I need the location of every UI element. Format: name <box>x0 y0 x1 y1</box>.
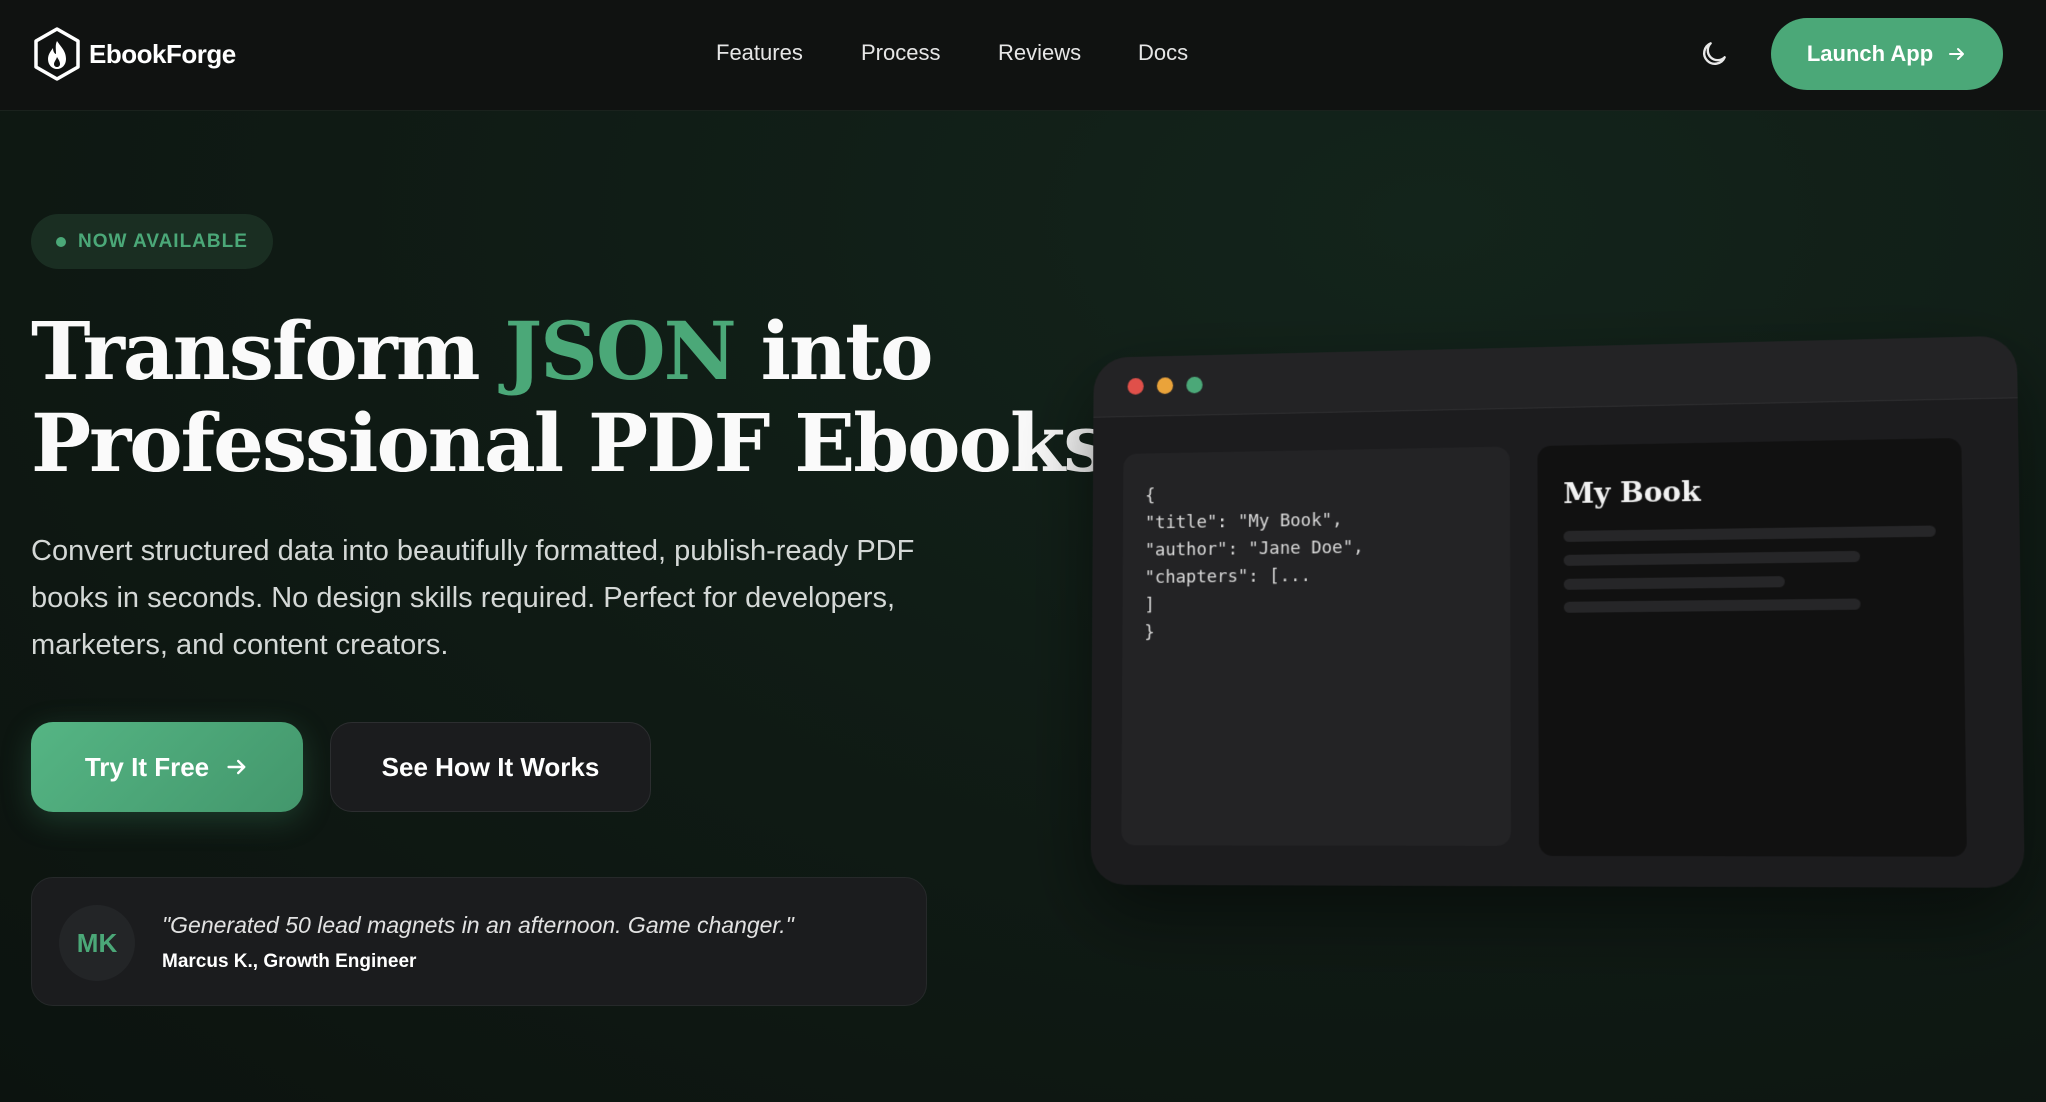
title-part: into <box>735 304 932 398</box>
badge-label: NOW AVAILABLE <box>78 231 248 253</box>
testimonial-quote: "Generated 50 lead magnets in an afterno… <box>162 912 794 939</box>
placeholder-line <box>1564 525 1936 541</box>
try-it-free-button[interactable]: Try It Free <box>31 722 303 812</box>
title-accent: JSON <box>504 304 734 398</box>
launch-app-button[interactable]: Launch App <box>1771 18 2003 90</box>
preview-title: My Book <box>1563 475 1700 510</box>
minimize-dot-icon <box>1157 377 1173 394</box>
hero-title: Transform JSON into Professional PDF Ebo… <box>31 305 1106 489</box>
json-code-panel: { "title": "My Book", "author": "Jane Do… <box>1121 447 1511 846</box>
window-titlebar <box>1093 336 2017 418</box>
launch-app-label: Launch App <box>1807 41 1933 67</box>
placeholder-line <box>1564 576 1785 590</box>
nav-link-docs[interactable]: Docs <box>1138 40 1188 66</box>
close-dot-icon <box>1128 378 1144 395</box>
moon-icon[interactable] <box>1698 38 1730 70</box>
arrow-right-icon <box>1947 44 1967 64</box>
avatar: MK <box>59 905 135 981</box>
logo[interactable]: EbookForge <box>31 26 236 82</box>
pdf-preview-panel: My Book <box>1537 438 1967 857</box>
see-how-it-works-button[interactable]: See How It Works <box>330 722 651 812</box>
nav-link-process[interactable]: Process <box>861 40 940 66</box>
nav-link-features[interactable]: Features <box>716 40 803 66</box>
placeholder-line <box>1564 598 1861 612</box>
testimonial-author: Marcus K., Growth Engineer <box>162 951 416 973</box>
app-mockup-window: { "title": "My Book", "author": "Jane Do… <box>1091 336 2025 888</box>
status-badge: NOW AVAILABLE <box>31 214 273 269</box>
testimonial-card: MK "Generated 50 lead magnets in an afte… <box>31 877 927 1006</box>
brand-name: EbookForge <box>89 39 236 70</box>
title-part: Transform <box>31 304 504 398</box>
placeholder-line <box>1564 551 1860 566</box>
nav-link-reviews[interactable]: Reviews <box>998 40 1081 66</box>
arrow-right-icon <box>225 755 249 779</box>
status-dot-icon <box>56 237 66 247</box>
maximize-dot-icon <box>1186 377 1202 394</box>
title-line2: Professional PDF Ebooks <box>31 396 1106 490</box>
hero-description: Convert structured data into beautifully… <box>31 528 951 669</box>
flame-hexagon-icon <box>31 26 83 82</box>
top-nav: EbookForge Features Process Reviews Docs… <box>0 0 2046 111</box>
try-label: Try It Free <box>85 752 209 783</box>
